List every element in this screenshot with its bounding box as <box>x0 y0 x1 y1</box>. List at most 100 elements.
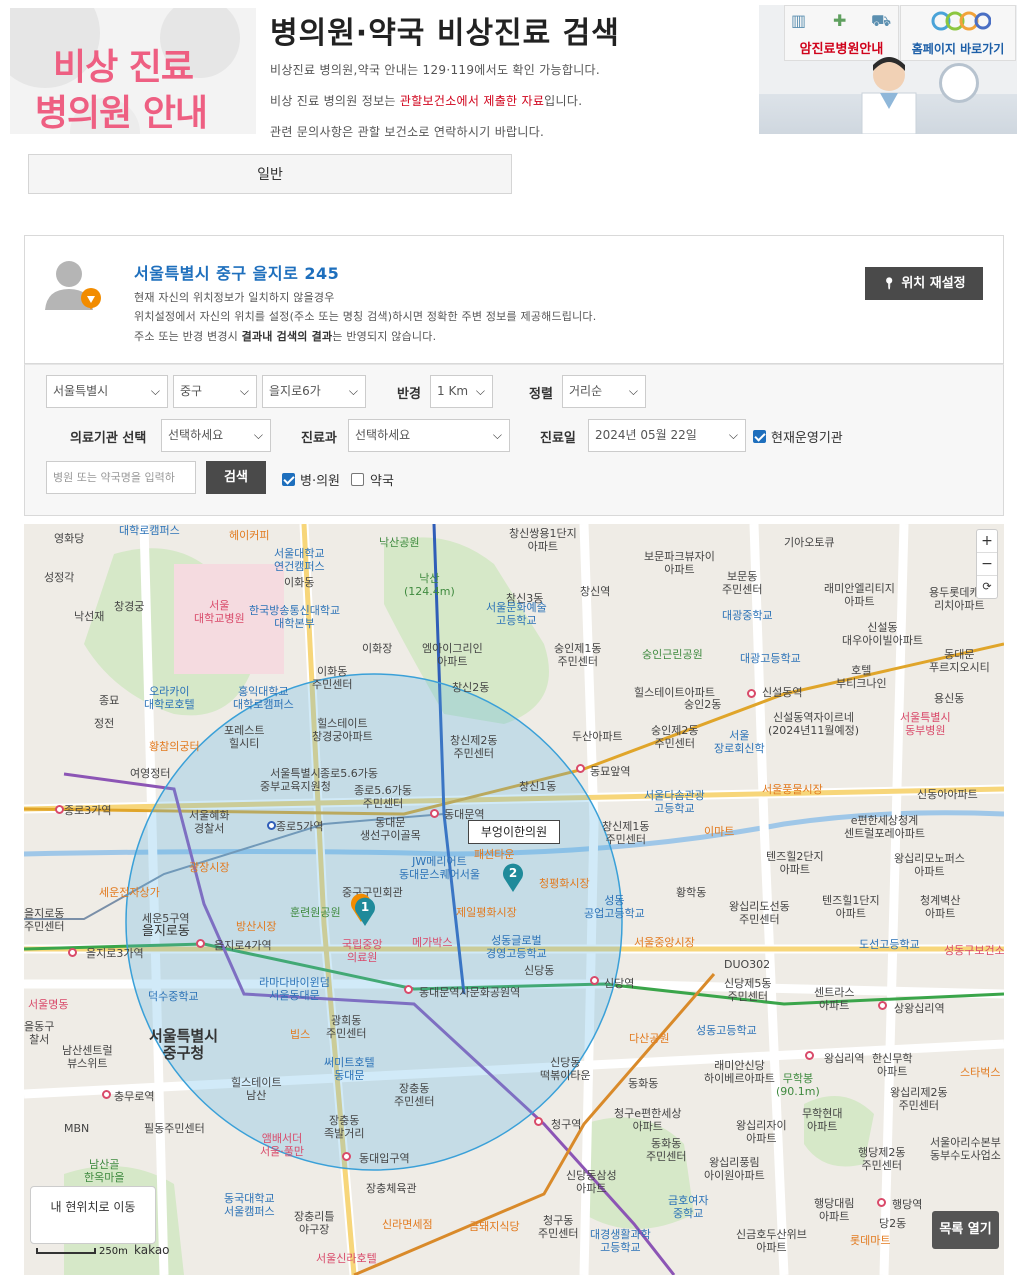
map-label: 동화동 주민센터 <box>646 1137 687 1163</box>
map-label: 창신역 <box>580 585 611 598</box>
map-label: 청계벽산 아파트 <box>920 894 961 920</box>
map-label: 훈련원공원 <box>290 906 341 919</box>
logo-line-1: 비상 진료 <box>52 47 194 88</box>
map-label: 종로3가역 <box>64 804 112 817</box>
map-label: 왕십리역 <box>824 1052 865 1065</box>
city-select[interactable]: 서울특별시 ⌵ <box>46 375 168 408</box>
map-label: 행당제2동 주민센터 <box>858 1146 906 1172</box>
department-select[interactable]: 선택하세요 ⌵ <box>348 419 510 452</box>
date-select[interactable]: 2024년 05월 22일 ⌵ <box>588 419 746 452</box>
map-label: 왕십리자이 아파트 <box>736 1119 787 1145</box>
map-label: 남산골 한옥마을 <box>84 1158 125 1184</box>
chevron-down-icon: ⌵ <box>150 384 160 398</box>
map-label: 제일평화시장 <box>456 906 517 919</box>
chevron-down-icon: ⌵ <box>348 384 358 398</box>
emergency-logo[interactable]: 비상 진료 병의원 안내 <box>10 8 256 134</box>
dong-select[interactable]: 을지로6가 ⌵ <box>262 375 366 408</box>
map-label: 오라카이 대학로호텔 <box>144 685 195 711</box>
pharmacy-label: 약국 <box>370 474 394 489</box>
search-input[interactable]: 병원 또는 약국명을 입력하 <box>46 461 196 494</box>
map-label: 기아오토큐 <box>784 536 835 549</box>
map-label: 앰배서더 서울·풀만 <box>260 1132 304 1158</box>
map-label: 서울혜화 경찰서 <box>189 809 230 835</box>
map-label: 도선고등학교 <box>859 938 920 951</box>
map-label: 청구동 주민센터 <box>538 1214 579 1240</box>
chevron-down-icon: ⌵ <box>628 384 638 398</box>
map-label: 이화동 주민센터 <box>312 665 353 691</box>
map-label: 래미안신당 하이베르아파트 <box>704 1059 775 1085</box>
map-label: 동화동 <box>628 1077 659 1090</box>
map-label: 낙산공원 <box>379 536 420 549</box>
map-label: 신동아아파트 <box>917 788 978 801</box>
city-select-value: 서울특별시 <box>53 384 109 398</box>
location-panel: 서울특별시 중구 을지로 245 현재 자신의 위치정보가 일치하지 않을경우 … <box>24 235 1004 364</box>
hospital-marker-2[interactable]: 2 <box>501 862 525 892</box>
reset-view-button[interactable]: ⟳ <box>977 576 997 599</box>
location-note-3-post: 는 반영되지 않습니다. <box>332 330 437 343</box>
map-label: 힐스테이트 남산 <box>231 1076 282 1102</box>
map-label: 동국대학교 서울캠퍼스 <box>224 1192 275 1218</box>
map-label: 동대입구역 <box>359 1152 410 1165</box>
hospital-checkbox[interactable] <box>282 473 295 486</box>
map-label: 이화장 <box>362 642 393 655</box>
map-label: 서울문화예술 고등학교 <box>486 601 547 627</box>
map-scale: 250m <box>36 1246 128 1257</box>
my-location-button[interactable]: 내 현위치로 이동 <box>30 1186 156 1244</box>
radius-select[interactable]: 1 Km ⌵ <box>430 375 493 408</box>
map-label: 국립중앙 의료원 <box>342 938 383 964</box>
subway-station-icon <box>55 805 64 814</box>
map-label: 보문동 주민센터 <box>722 570 763 596</box>
department-label: 진료과 <box>301 431 337 446</box>
map-label: 을동구 찰서 <box>24 1020 55 1046</box>
map-label: 장충동 족발거리 <box>324 1114 365 1140</box>
map-view[interactable]: 대학로캠퍼스 헤이커피 낙산공원 창신쌍용1단지 아파트 영화당 서울대학교 연… <box>24 524 1004 1275</box>
marker-1-number: 1 <box>360 900 370 914</box>
subway-station-icon <box>342 1152 351 1161</box>
open-list-button[interactable]: 목록 열기 <box>932 1211 999 1249</box>
map-label: 대학로캠퍼스 <box>119 524 180 537</box>
district-select[interactable]: 중구 ⌵ <box>173 375 257 408</box>
map-label: 한국방송통신대학교 대학본부 <box>249 604 341 630</box>
location-note-3: 주소 또는 반경 변경시 결과내 검색의 결과는 반영되지 않습니다. <box>134 328 436 344</box>
hospital-marker-1-pin[interactable]: 1 <box>353 896 377 926</box>
desc-line-2: 비상 진료 병의원 정보는 관할보건소에서 제출한 자료입니다. <box>270 92 582 109</box>
location-reset-button[interactable]: 📍︎ 위치 재설정 <box>865 267 983 300</box>
pharmacy-checkbox[interactable] <box>351 473 364 486</box>
building-icon: ▥ <box>791 11 807 30</box>
map-label: 장충리틀 야구장 <box>294 1210 335 1236</box>
map-label: 종묘 <box>99 694 120 707</box>
zoom-out-button[interactable]: − <box>977 553 997 576</box>
subway-station-icon <box>576 764 585 773</box>
page-title: 병의원·약국 비상진료 검색 <box>270 16 620 51</box>
institution-select[interactable]: 선택하세요 ⌵ <box>161 419 271 452</box>
map-label: 신당동삼성 아파트 <box>566 1169 617 1195</box>
map-label: 신설동역자이르네 (2024년11월예정) <box>768 711 860 737</box>
chevron-down-icon: ⌵ <box>728 428 738 442</box>
desc-line-2-pre: 비상 진료 병의원 정보는 <box>270 94 400 108</box>
subway-station-icon <box>102 1090 111 1099</box>
map-provider-logo: kakao <box>134 1243 170 1257</box>
search-button[interactable]: 검색 <box>206 461 266 494</box>
map-label: 창신제1동 주민센터 <box>602 820 650 846</box>
map-label: 서울 장로회신학 <box>714 729 765 755</box>
map-label: 서울풍물시장 <box>762 783 823 796</box>
map-label: 정전 <box>94 717 115 730</box>
subway-station-icon <box>196 939 205 948</box>
map-label: 텐즈힐1단지 아파트 <box>822 894 880 920</box>
map-label: 창신쌍용1단지 아파트 <box>509 527 577 553</box>
district-select-value: 중구 <box>180 384 203 398</box>
map-label: 포레스트 힐시티 <box>224 724 265 750</box>
homepage-logo-icon <box>931 11 991 31</box>
map-label: 왕십리제2동 주민센터 <box>890 1086 948 1112</box>
zoom-in-button[interactable]: + <box>977 530 997 553</box>
map-label: 동묘앞역 <box>590 765 631 778</box>
sort-select-value: 거리순 <box>569 384 603 398</box>
map-label: JW메리어트 동대문스퀘어서울 <box>399 855 480 881</box>
tab-general[interactable]: 일반 <box>28 154 512 194</box>
desc-line-3: 관련 문의사항은 관할 보건소로 연락하시기 바랍니다. <box>270 125 545 139</box>
sort-select[interactable]: 거리순 ⌵ <box>562 375 646 408</box>
open-now-checkbox[interactable] <box>753 430 766 443</box>
hospital-popup[interactable]: 부엉이한의원 <box>468 820 560 844</box>
map-label: 청구역 <box>551 1118 582 1131</box>
location-reset-label: 위치 재설정 <box>901 276 966 291</box>
